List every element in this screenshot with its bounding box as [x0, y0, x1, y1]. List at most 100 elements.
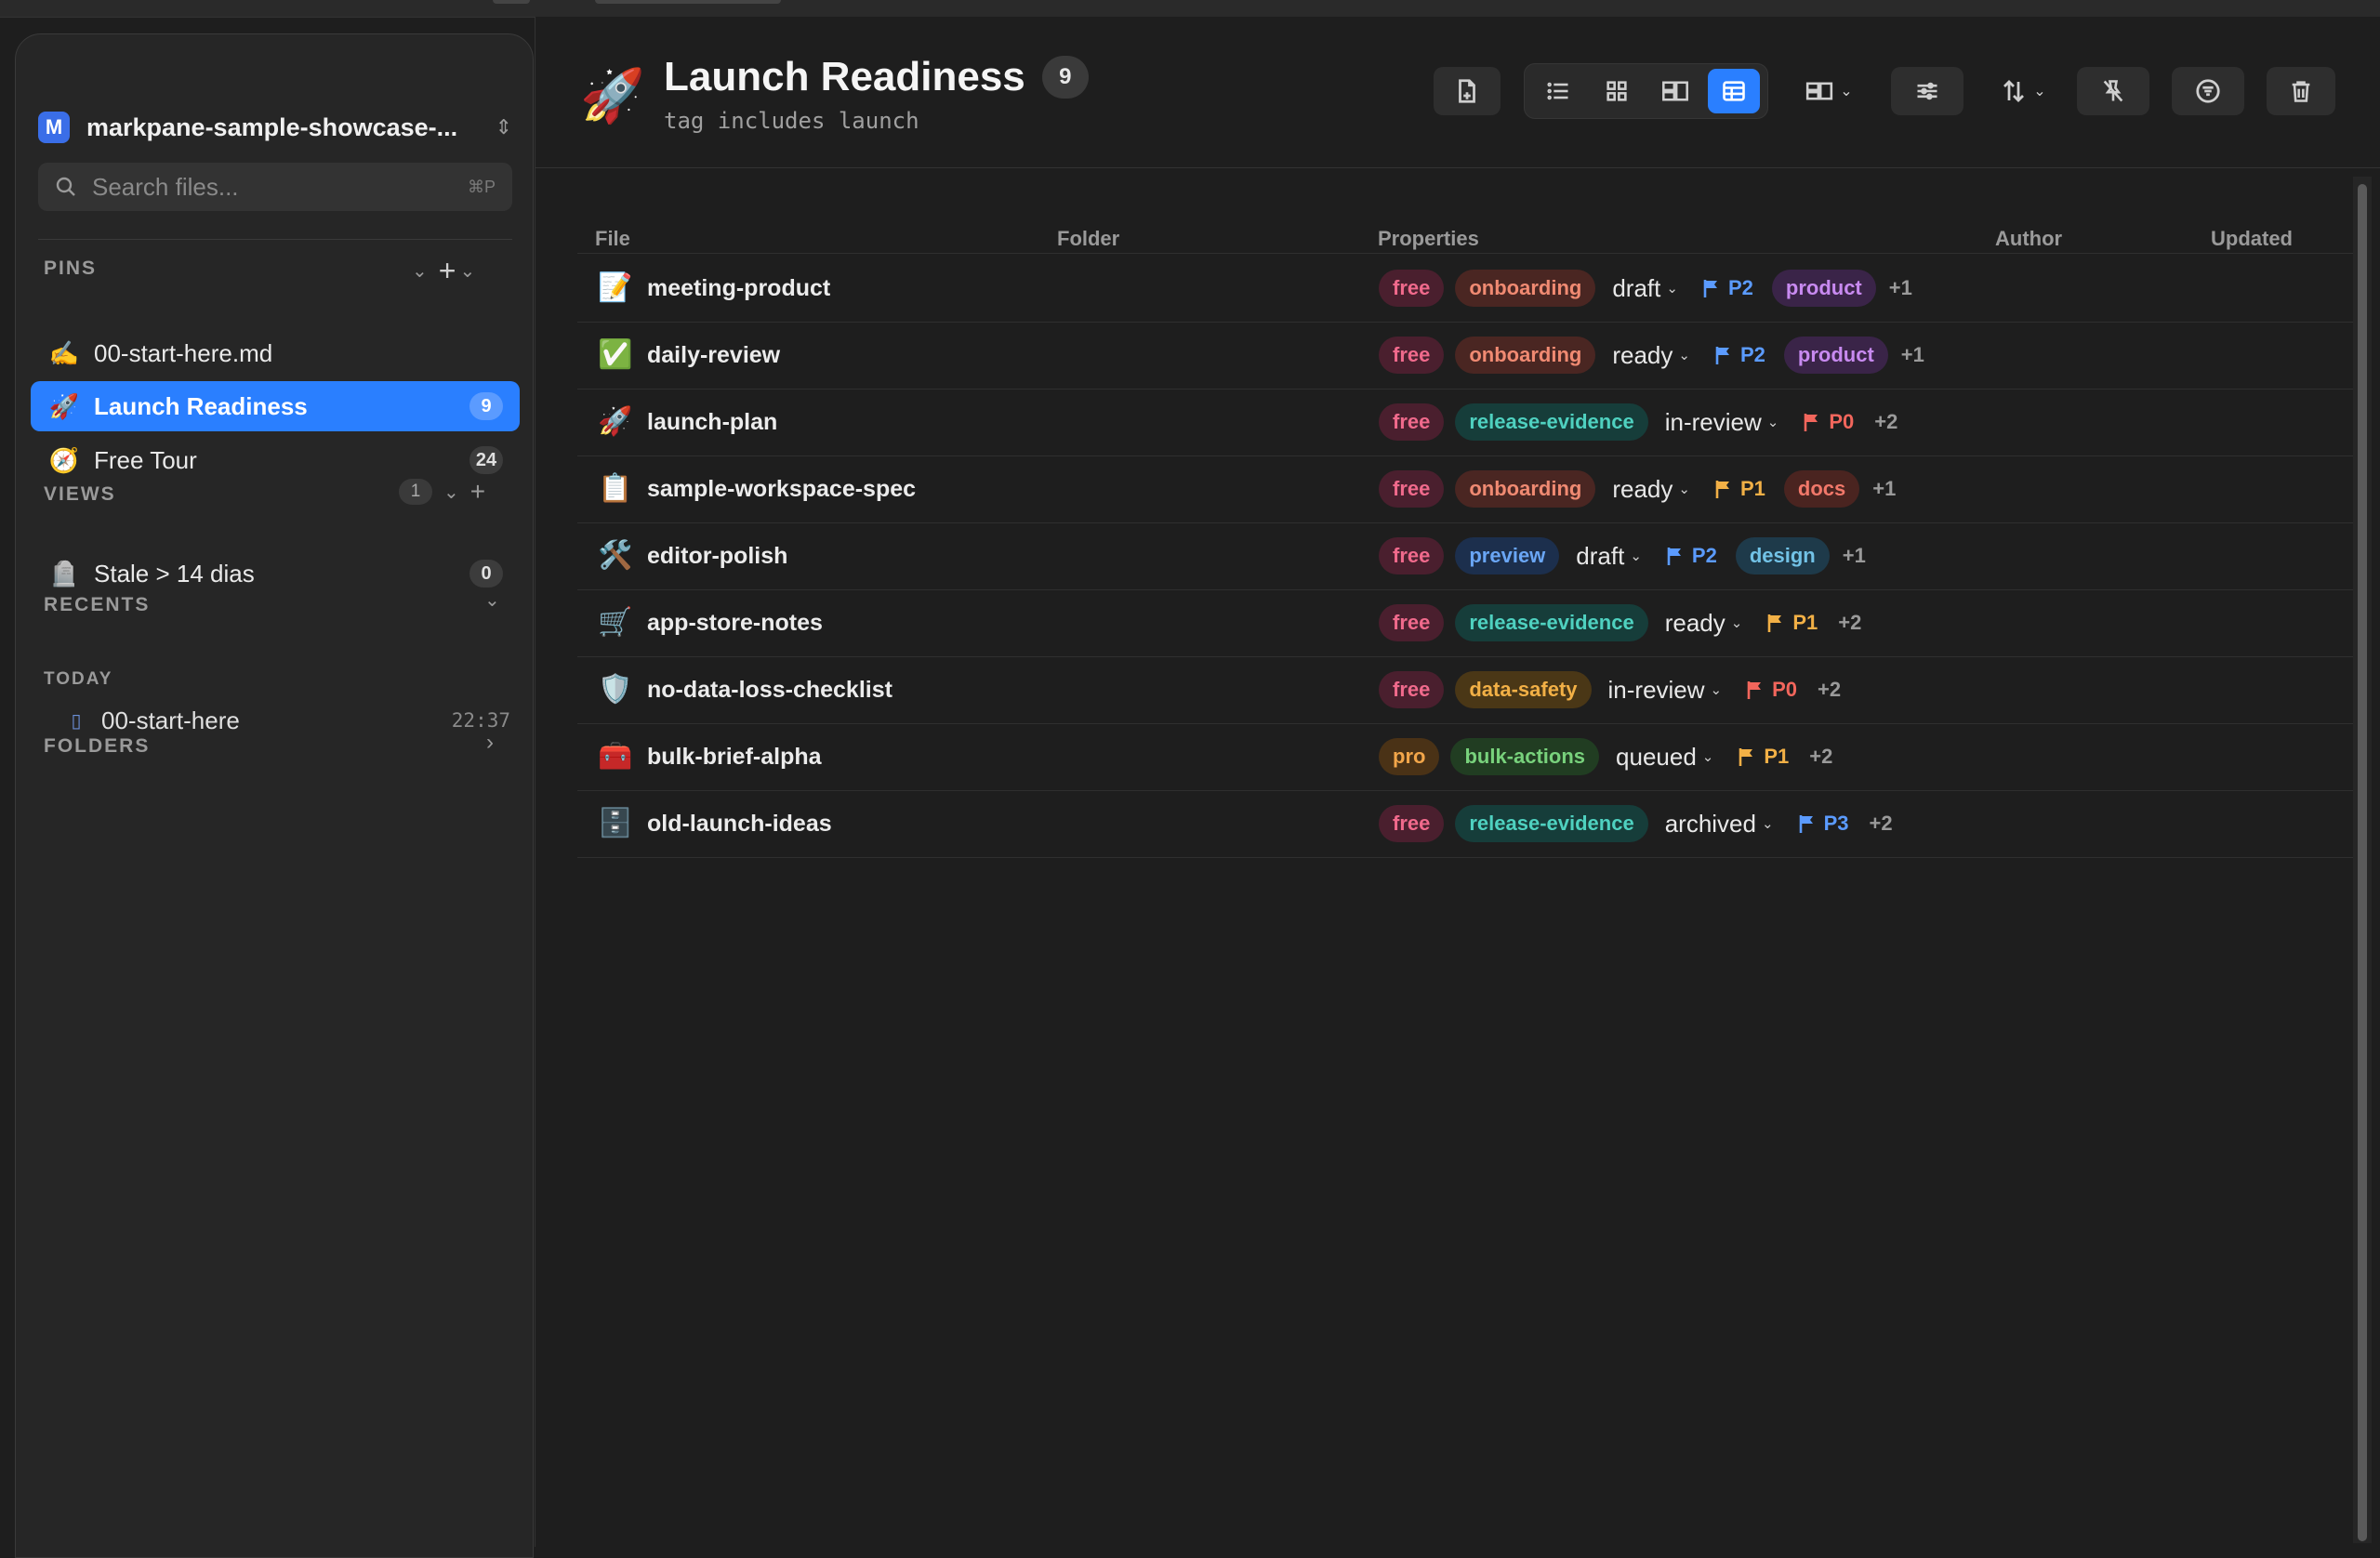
column-author[interactable]: Author — [1995, 227, 2062, 251]
tag-pill[interactable]: data-safety — [1455, 671, 1592, 708]
plan-pill[interactable]: free — [1379, 604, 1445, 641]
tag-pill[interactable]: release-evidence — [1455, 604, 1648, 641]
chevron-down-icon[interactable]: ⌄ — [484, 588, 500, 612]
search-box[interactable]: ⌘P — [38, 163, 512, 211]
file-name[interactable]: old-launch-ideas — [647, 811, 832, 838]
plan-pill[interactable]: free — [1379, 337, 1445, 374]
file-name[interactable]: sample-workspace-spec — [647, 476, 916, 503]
priority-badge[interactable]: P3 — [1791, 812, 1857, 836]
column-folder[interactable]: Folder — [1057, 227, 1119, 251]
plan-pill[interactable]: free — [1379, 403, 1445, 441]
file-name[interactable]: editor-polish — [647, 543, 787, 570]
pin-item-launch-readiness[interactable]: 🚀 Launch Readiness 9 — [31, 381, 520, 431]
workspace-switcher[interactable]: M markpane-sample-showcase-... ⇕ — [38, 111, 512, 144]
table-row[interactable]: ✅ daily-review free onboarding ready ⌄ P2 produ… — [577, 322, 2353, 389]
recent-item[interactable]: ▯ 00-start-here 22:37 — [38, 702, 520, 739]
priority-badge[interactable]: P0 — [1795, 410, 1861, 434]
chevron-down-icon[interactable]: ⌄ — [412, 259, 428, 283]
chevron-right-icon[interactable]: › — [486, 730, 494, 756]
priority-badge[interactable]: P2 — [1695, 276, 1761, 300]
list-view-button[interactable] — [1532, 69, 1584, 113]
more-properties[interactable]: +2 — [1872, 410, 1897, 434]
area-pill[interactable]: docs — [1783, 470, 1860, 508]
tag-pill[interactable]: release-evidence — [1455, 403, 1648, 441]
table-row[interactable]: 🛡️ no-data-loss-checklist free data-safety i… — [577, 656, 2353, 723]
table-row[interactable]: 🚀 launch-plan free release-evidence in-revie… — [577, 389, 2353, 456]
column-file[interactable]: File — [595, 227, 630, 251]
area-pill[interactable]: product — [1771, 270, 1876, 307]
status-dropdown[interactable]: in-review ⌄ — [1659, 408, 1785, 437]
pin-item-start-here[interactable]: ✍️ 00-start-here.md — [31, 328, 520, 378]
more-properties[interactable]: +2 — [1807, 745, 1832, 769]
file-name[interactable]: daily-review — [647, 342, 780, 369]
more-properties[interactable]: +1 — [1899, 343, 1924, 367]
table-row[interactable]: 🗄️ old-launch-ideas free release-evidence ar… — [577, 790, 2353, 857]
sort-menu-button[interactable]: ⌄ — [1986, 67, 2060, 115]
more-properties[interactable]: +1 — [1887, 276, 1912, 300]
view-item-stale[interactable]: 🪦 Stale > 14 dias 0 — [31, 548, 520, 599]
new-file-button[interactable] — [1434, 67, 1501, 115]
plan-pill[interactable]: free — [1379, 270, 1445, 307]
more-properties[interactable]: +1 — [1871, 477, 1896, 501]
priority-badge[interactable]: P0 — [1739, 678, 1805, 702]
column-properties[interactable]: Properties — [1378, 227, 1479, 251]
plan-pill[interactable]: free — [1379, 470, 1445, 508]
plan-pill[interactable]: free — [1379, 537, 1445, 574]
tag-pill[interactable]: onboarding — [1455, 337, 1596, 374]
unpin-button[interactable] — [2077, 67, 2149, 115]
tag-pill[interactable]: onboarding — [1455, 470, 1596, 508]
more-properties[interactable]: +2 — [1816, 678, 1841, 702]
status-dropdown[interactable]: ready ⌄ — [1606, 475, 1696, 504]
tag-pill[interactable]: bulk-actions — [1450, 738, 1600, 775]
file-name[interactable]: launch-plan — [647, 409, 777, 436]
chevron-down-icon[interactable]: ⌄ — [443, 481, 459, 504]
area-pill[interactable]: product — [1783, 337, 1888, 374]
file-name[interactable]: app-store-notes — [647, 610, 823, 637]
priority-badge[interactable]: P2 — [1659, 544, 1725, 568]
area-pill[interactable]: design — [1735, 537, 1830, 574]
grid-view-button[interactable] — [1591, 69, 1643, 113]
column-updated[interactable]: Updated — [2211, 227, 2293, 251]
table-row[interactable]: 📋 sample-workspace-spec free onboarding read… — [577, 456, 2353, 522]
delete-button[interactable] — [2267, 67, 2335, 115]
priority-badge[interactable]: P2 — [1707, 343, 1773, 367]
more-properties[interactable]: +2 — [1867, 812, 1892, 836]
search-input[interactable] — [90, 171, 468, 203]
status-dropdown[interactable]: queued ⌄ — [1610, 743, 1719, 772]
status-dropdown[interactable]: in-review ⌄ — [1603, 676, 1728, 705]
status-dropdown[interactable]: draft ⌄ — [1570, 542, 1647, 571]
table-row[interactable]: 🛠️ editor-polish free preview draft ⌄ P2 design… — [577, 522, 2353, 589]
status-dropdown[interactable]: ready ⌄ — [1606, 341, 1696, 370]
layout-menu-button[interactable]: ⌄ — [1789, 67, 1869, 115]
scrollbar[interactable] — [2353, 177, 2372, 1543]
more-properties[interactable]: +1 — [1841, 544, 1866, 568]
add-pin-button[interactable]: + — [439, 254, 456, 288]
priority-badge[interactable]: P1 — [1707, 477, 1773, 501]
more-properties[interactable]: +2 — [1836, 611, 1861, 635]
tag-pill[interactable]: preview — [1455, 537, 1560, 574]
status-dropdown[interactable]: archived ⌄ — [1659, 810, 1779, 838]
tag-pill[interactable]: release-evidence — [1455, 805, 1648, 842]
table-row[interactable]: 🛒 app-store-notes free release-evidence read… — [577, 589, 2353, 656]
tag-pill[interactable]: onboarding — [1455, 270, 1596, 307]
chevron-down-icon[interactable]: ⌄ — [459, 259, 475, 283]
plan-pill[interactable]: free — [1379, 805, 1445, 842]
table-row[interactable]: 🧰 bulk-brief-alpha pro bulk-actions queued ⌄ P… — [577, 723, 2353, 790]
status-dropdown[interactable]: draft ⌄ — [1606, 274, 1684, 303]
priority-badge[interactable]: P1 — [1759, 611, 1825, 635]
scrollbar-thumb[interactable] — [2358, 184, 2367, 1541]
file-name[interactable]: meeting-product — [647, 275, 830, 302]
plan-pill[interactable]: pro — [1379, 738, 1440, 775]
board-view-button[interactable] — [1649, 69, 1701, 113]
priority-badge[interactable]: P1 — [1730, 745, 1796, 769]
plan-pill[interactable]: free — [1379, 671, 1445, 708]
table-row[interactable]: 📝 meeting-product free onboarding draft ⌄ P2 pr… — [577, 255, 2353, 322]
filter-settings-button[interactable] — [1891, 67, 1964, 115]
file-name[interactable]: bulk-brief-alpha — [647, 744, 822, 771]
chevron-updown-icon[interactable]: ⇕ — [496, 115, 512, 139]
add-view-button[interactable]: + — [470, 477, 485, 507]
filter-button[interactable] — [2172, 67, 2244, 115]
status-dropdown[interactable]: ready ⌄ — [1659, 609, 1749, 638]
file-name[interactable]: no-data-loss-checklist — [647, 677, 892, 704]
table-view-button[interactable] — [1708, 69, 1761, 113]
